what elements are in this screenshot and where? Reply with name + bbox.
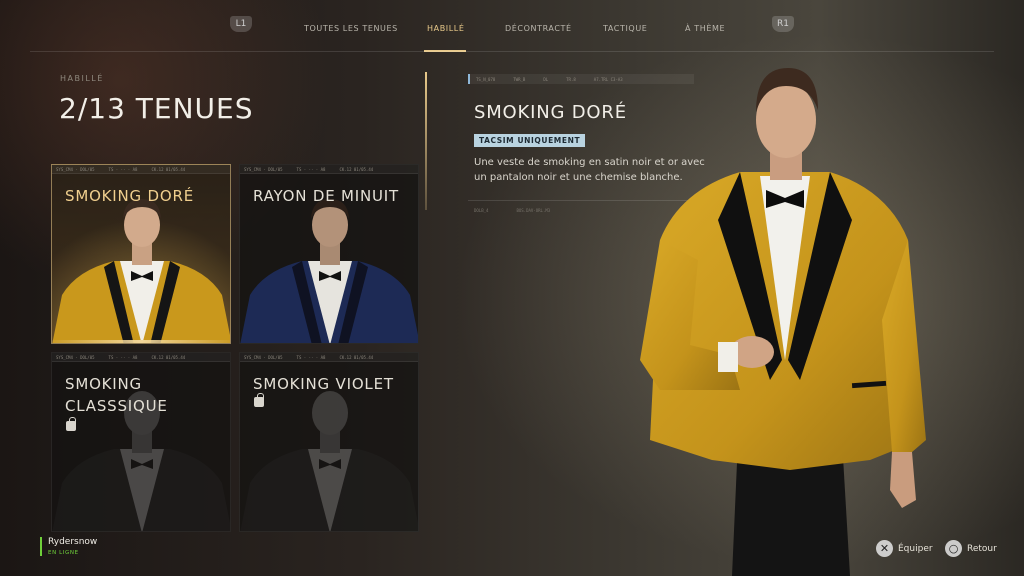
tacsim-only-badge: TACSIM UNIQUEMENT [474, 134, 586, 147]
tab-all-outfits[interactable]: TOUTES LES TENUES [304, 24, 398, 33]
card-title: SMOKING CLASSSIQUE [65, 375, 168, 415]
back-label: Retour [967, 543, 997, 554]
circle-button-icon: ○ [945, 540, 962, 557]
l1-button-hint[interactable]: L1 [230, 16, 252, 32]
cross-button-icon: ✕ [876, 540, 893, 557]
tab-themed[interactable]: À THÈME [685, 24, 725, 33]
back-hint[interactable]: ○ Retour [945, 540, 997, 557]
card-meta-strip: SYS_CM4 · DOL/05 TS · ·· · A8 CK.12 01/05.… [240, 353, 418, 362]
nav-divider [30, 51, 994, 52]
tab-formal[interactable]: HABILLÉ [427, 24, 465, 33]
lock-icon [66, 417, 76, 431]
category-nav: L1 TOUTES LES TENUES HABILLÉ DÉCONTRACTÉ… [0, 0, 1024, 52]
card-meta-strip: SYS_CM4 · DOL/05 TS · ·· · A8 CK.12 01/05.… [52, 165, 230, 174]
card-meta-strip: SYS_CM4 · DOL/05 TS · ·· · A8 CK.12 01/05.… [52, 353, 230, 362]
player-status: Rydersnow EN LIGNE [40, 537, 97, 556]
detail-footer-meta: DOLB_4 BOS.DAV-ORL.M3 [474, 208, 551, 213]
online-status: EN LIGNE [48, 550, 79, 556]
outfit-card-smoking-violet[interactable]: SYS_CM4 · DOL/05 TS · ·· · A8 CK.12 01/05.… [239, 352, 419, 532]
section-label: HABILLÉ [60, 74, 104, 83]
card-title: SMOKING DORÉ [65, 187, 194, 205]
equip-hint[interactable]: ✕ Équiper [876, 540, 933, 557]
tab-casual[interactable]: DÉCONTRACTÉ [505, 24, 572, 33]
selected-indicator [52, 340, 230, 343]
r1-button-hint[interactable]: R1 [772, 16, 794, 32]
tab-tactical[interactable]: TACTIQUE [603, 24, 647, 33]
list-scrollbar[interactable] [425, 72, 427, 210]
card-title: RAYON DE MINUIT [253, 187, 399, 205]
card-meta-strip: SYS_CM4 · DOL/05 TS · ·· · A8 CK.12 01/05.… [240, 165, 418, 174]
equip-label: Équiper [898, 543, 933, 554]
outfit-detail-title: SMOKING DORÉ [474, 102, 627, 123]
card-title: SMOKING VIOLET [253, 375, 394, 393]
outfit-count-title: 2/13 TENUES [59, 92, 254, 125]
player-name: Rydersnow [48, 537, 98, 547]
outfit-card-rayon-de-minuit[interactable]: SYS_CM4 · DOL/05 TS · ·· · A8 CK.12 01/05.… [239, 164, 419, 344]
lock-icon [254, 393, 264, 407]
outfit-card-smoking-dore[interactable]: SYS_CM4 · DOL/05 TS · ·· · A8 CK.12 01/05.… [51, 164, 231, 344]
character-preview [640, 68, 926, 576]
outfit-card-smoking-classique[interactable]: SYS_CM4 · DOL/05 TS · ·· · A8 CK.12 01/05.… [51, 352, 231, 532]
